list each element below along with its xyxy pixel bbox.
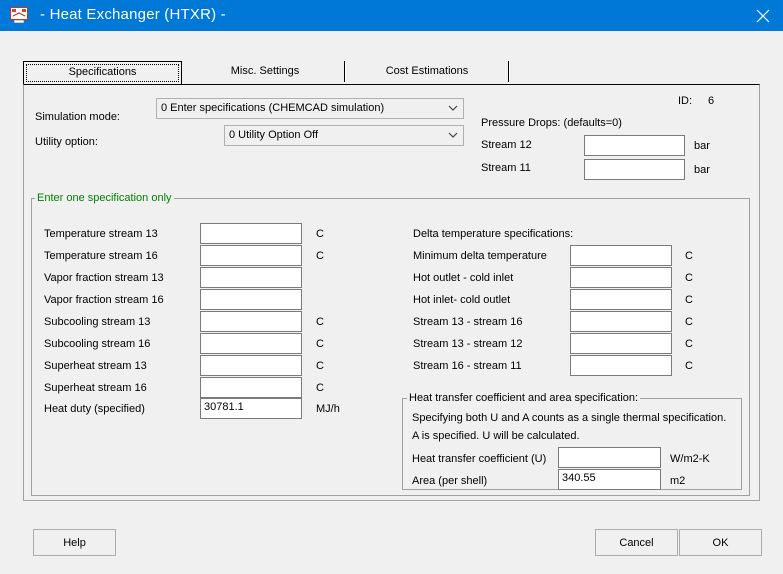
- chevron-down-icon: [448, 132, 458, 138]
- hot-inlet-cold-outlet-input[interactable]: [570, 289, 672, 310]
- spec-label: Vapor fraction stream 13: [44, 272, 164, 284]
- spec-label: Temperature stream 13: [44, 228, 158, 240]
- utility-option-value: 0 Utility Option Off: [229, 129, 319, 141]
- htc-note: A is specified. U will be calculated.: [412, 430, 580, 442]
- simulation-mode-dropdown[interactable]: 0 Enter specifications (CHEMCAD simulati…: [156, 98, 464, 119]
- delta-unit: C: [685, 360, 693, 372]
- utility-option-label: Utility option:: [35, 136, 98, 148]
- htc-label: Heat transfer coefficient (U): [412, 453, 547, 465]
- app-icon: [10, 7, 28, 23]
- htc-label: Area (per shell): [412, 475, 488, 487]
- dialog-client-area: Specifications Misc. Settings Cost Estim…: [0, 31, 783, 574]
- tab-label: Specifications: [26, 64, 179, 82]
- delta-label: Minimum delta temperature: [413, 250, 547, 262]
- delta-unit: C: [685, 272, 693, 284]
- pressure-drop-label: Stream 12: [481, 139, 532, 151]
- minimum-delta-temperature-input[interactable]: [570, 245, 672, 266]
- delta-label: Stream 13 - stream 16: [413, 316, 523, 328]
- pressure-drop-unit: bar: [694, 140, 710, 152]
- cancel-button[interactable]: Cancel: [595, 529, 678, 556]
- simulation-mode-label: Simulation mode:: [35, 111, 120, 123]
- spec-label: Subcooling stream 16: [44, 338, 151, 350]
- help-button[interactable]: Help: [33, 529, 116, 556]
- spec-label: Vapor fraction stream 16: [44, 294, 164, 306]
- spec-unit: C: [316, 338, 324, 350]
- delta-label: Hot outlet - cold inlet: [413, 272, 514, 284]
- htc-unit: m2: [670, 475, 686, 487]
- delta-label: Stream 16 - stream 11: [413, 360, 522, 372]
- hot-outlet-cold-inlet-input[interactable]: [570, 267, 672, 288]
- heat-transfer-coefficient-input[interactable]: [558, 447, 661, 468]
- spec-label: Subcooling stream 13: [44, 316, 151, 328]
- temperature-stream-13-input[interactable]: [200, 223, 302, 244]
- pressure-drop-stream-12-input[interactable]: [584, 135, 685, 156]
- tab-specifications[interactable]: Specifications: [23, 61, 182, 84]
- close-icon: [756, 9, 770, 22]
- tab-cost-estimations[interactable]: Cost Estimations: [346, 61, 508, 84]
- heat-duty-input[interactable]: 30781.1: [200, 398, 302, 419]
- spec-unit: C: [316, 382, 324, 394]
- spec-label: Superheat stream 16: [44, 382, 147, 394]
- subcooling-stream-13-input[interactable]: [200, 311, 302, 332]
- subcooling-stream-16-input[interactable]: [200, 333, 302, 354]
- spec-unit: C: [316, 316, 324, 328]
- spec-label: Heat duty (specified): [44, 403, 145, 415]
- pressure-drop-unit: bar: [694, 164, 710, 176]
- spec-unit: C: [316, 250, 324, 262]
- spec-label: Temperature stream 16: [44, 250, 158, 262]
- pressure-drops-title: Pressure Drops: (defaults=0): [481, 117, 622, 129]
- utility-option-dropdown[interactable]: 0 Utility Option Off: [224, 125, 464, 146]
- delta-label: Hot inlet- cold outlet: [413, 294, 511, 306]
- superheat-stream-16-input[interactable]: [200, 377, 302, 398]
- tab-divider: [508, 61, 510, 82]
- superheat-stream-13-input[interactable]: [200, 355, 302, 376]
- spec-unit: MJ/h: [316, 403, 340, 415]
- pressure-drop-label: Stream 11: [481, 162, 531, 174]
- tab-label: Cost Estimations: [385, 65, 469, 77]
- title-bar: - Heat Exchanger (HTXR) -: [0, 0, 783, 31]
- delta-unit: C: [685, 250, 693, 262]
- id-value: 6: [708, 95, 715, 107]
- id-label: ID:: [678, 95, 693, 107]
- stream-13-stream-12-input[interactable]: [570, 333, 672, 354]
- stream-16-stream-11-input[interactable]: [570, 355, 672, 376]
- spec-group-title: Enter one specification only: [35, 192, 174, 204]
- vapor-fraction-stream-16-input[interactable]: [200, 289, 302, 310]
- temperature-stream-16-input[interactable]: [200, 245, 302, 266]
- htc-unit: W/m2-K: [670, 453, 710, 465]
- stream-13-stream-16-input[interactable]: [570, 311, 672, 332]
- delta-temperature-title: Delta temperature specifications:: [413, 228, 574, 240]
- pressure-drop-stream-11-input[interactable]: [584, 159, 685, 180]
- specifications-panel: Simulation mode: 0 Enter specifications …: [23, 84, 760, 501]
- close-button[interactable]: [743, 0, 783, 31]
- htc-note: Specifying both U and A counts as a sing…: [412, 412, 727, 424]
- simulation-mode-value: 0 Enter specifications (CHEMCAD simulati…: [161, 102, 385, 114]
- window-title: - Heat Exchanger (HTXR) -: [40, 6, 226, 23]
- vapor-fraction-stream-13-input[interactable]: [200, 267, 302, 288]
- ok-button[interactable]: OK: [679, 529, 762, 556]
- tab-label: Misc. Settings: [230, 65, 300, 77]
- chevron-down-icon: [448, 105, 458, 111]
- spec-unit: C: [316, 360, 324, 372]
- delta-unit: C: [685, 338, 693, 350]
- htc-group-title: Heat transfer coefficient and area speci…: [407, 392, 641, 404]
- delta-unit: C: [685, 294, 693, 306]
- spec-label: Superheat stream 13: [44, 360, 147, 372]
- delta-unit: C: [685, 316, 693, 328]
- tab-misc-settings[interactable]: Misc. Settings: [186, 61, 344, 84]
- delta-label: Stream 13 - stream 12: [413, 338, 523, 350]
- area-per-shell-input[interactable]: 340.55: [558, 469, 661, 490]
- spec-unit: C: [316, 228, 324, 240]
